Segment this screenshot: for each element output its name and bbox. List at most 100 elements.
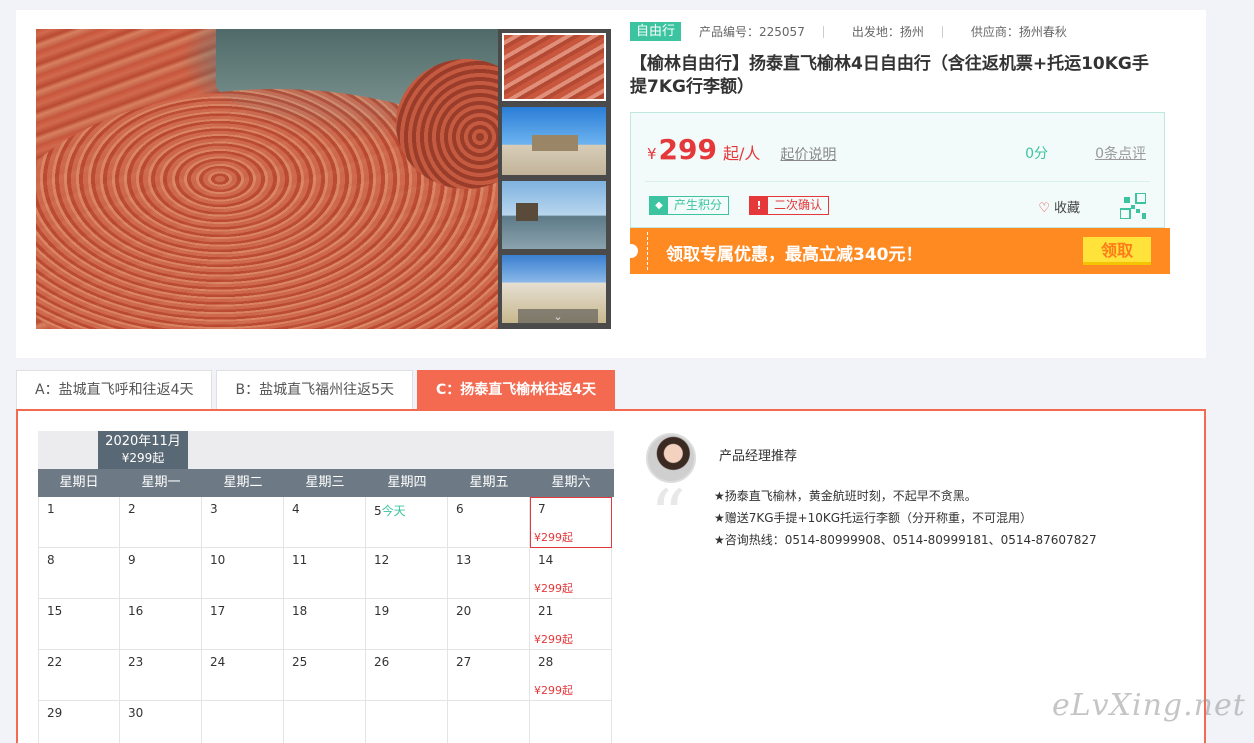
price-amount: 299 <box>658 133 717 166</box>
free-travel-tag: 自由行 <box>630 22 682 41</box>
calendar-month: 2020年11月 <box>105 434 181 449</box>
calendar-day: 30 <box>120 701 202 743</box>
main-product-photo[interactable] <box>36 29 498 329</box>
chevron-down-icon[interactable]: ⌄ <box>518 309 598 325</box>
calendar-day: 5今天 <box>366 497 448 548</box>
price-divider <box>645 181 1150 182</box>
weekday-header: 星期三 <box>305 475 345 490</box>
day-price: ¥299起 <box>534 531 573 544</box>
day-number: 30 <box>128 706 144 720</box>
calendar-day <box>366 701 448 743</box>
product-meta: 自由行 产品编号：225057 出发地：扬州 供应商：扬州春秋 <box>630 22 1170 41</box>
calendar-day: 19 <box>366 599 448 650</box>
claim-coupon-button[interactable]: 领取 <box>1083 237 1151 265</box>
day-number: 5 <box>374 504 382 518</box>
detail-panel: 2020年11月 ¥299起 星期日 星期一 星期二 星期三 星期四 星期五 星期六 123… <box>16 409 1206 743</box>
reviews-link[interactable]: 0条点评 <box>1095 143 1146 163</box>
day-number: 14 <box>538 553 554 567</box>
calendar-month-tab[interactable]: 2020年11月 ¥299起 <box>98 431 188 469</box>
thumbnail-1[interactable] <box>502 33 606 101</box>
calendar-day: 20 <box>448 599 530 650</box>
calendar-day: 2 <box>120 497 202 548</box>
calendar-day: 12 <box>366 548 448 599</box>
calendar-day: 13 <box>448 548 530 599</box>
calendar-grid: 1 2 3 4 5今天 6 7 ¥299起 8 9 10 11 12 13 14 ¥299起 15 16 17 18 1… <box>38 497 614 743</box>
day-number: 7 <box>538 502 546 516</box>
day-number: 11 <box>292 553 308 567</box>
confirm-badge-label: 二次确认 <box>774 198 823 212</box>
calendar-day[interactable]: 28 ¥299起 <box>530 650 612 701</box>
calendar-day <box>284 701 366 743</box>
calendar-day: 6 <box>448 497 530 548</box>
tab-route-1[interactable]: A：盐城直飞呼和往返4天 <box>16 370 213 410</box>
day-number: 16 <box>128 604 144 618</box>
recommendation-line: ★赠送7KG手提+10KG托运行李额（分开称重，不可混用） <box>714 511 1033 525</box>
day-number: 15 <box>47 604 63 618</box>
today-label: 今天 <box>381 504 406 518</box>
thumbnail-2[interactable] <box>502 107 606 175</box>
calendar-day: 16 <box>120 599 202 650</box>
day-number: 6 <box>456 502 464 516</box>
calendar-day: 11 <box>284 548 366 599</box>
product-code: 产品编号：225057 <box>699 25 805 39</box>
day-number: 21 <box>538 604 554 618</box>
price-unit: 起/人 <box>723 144 761 163</box>
calendar-day <box>530 701 612 743</box>
calendar-day[interactable]: 14 ¥299起 <box>530 548 612 599</box>
quote-icon: “ <box>650 475 686 557</box>
day-price: ¥299起 <box>534 582 573 595</box>
calendar-day[interactable]: 7 ¥299起 <box>530 497 612 548</box>
points-badge-label: 产生积分 <box>674 198 723 212</box>
calendar-month-price: ¥299起 <box>121 451 165 465</box>
promo-dash <box>647 232 648 270</box>
day-number: 24 <box>210 655 226 669</box>
favorite-button[interactable]: ♡ 收藏 <box>1038 197 1080 216</box>
day-number: 18 <box>292 604 308 618</box>
day-number: 10 <box>210 553 226 567</box>
route-tabs: A：盐城直飞呼和往返4天 B：盐城直飞福州往返5天 C：扬泰直飞榆林往返4天 <box>16 370 619 410</box>
exclamation-icon: ! <box>750 197 768 214</box>
heart-icon: ♡ <box>1038 201 1050 216</box>
currency-symbol: ¥ <box>647 145 657 163</box>
day-number: 12 <box>374 553 390 567</box>
product-info: 自由行 产品编号：225057 出发地：扬州 供应商：扬州春秋 【榆林自由行】扬… <box>630 22 1170 99</box>
calendar-day <box>448 701 530 743</box>
thumbnail-strip: ⌄ <box>498 29 611 329</box>
price-explanation-link[interactable]: 起价说明 <box>780 144 836 164</box>
qr-code-icon[interactable] <box>1120 193 1146 219</box>
calendar-day: 10 <box>202 548 284 599</box>
calendar-day[interactable]: 21 ¥299起 <box>530 599 612 650</box>
day-number: 23 <box>128 655 144 669</box>
meta-divider <box>822 25 824 38</box>
meta-divider <box>941 25 943 38</box>
calendar-day <box>202 701 284 743</box>
calendar-day: 27 <box>448 650 530 701</box>
day-number: 17 <box>210 604 226 618</box>
calendar-day: 1 <box>38 497 120 548</box>
day-number: 25 <box>292 655 308 669</box>
weekday-header: 星期四 <box>387 475 427 490</box>
day-number: 29 <box>47 706 63 720</box>
calendar-day: 15 <box>38 599 120 650</box>
day-number: 13 <box>456 553 472 567</box>
day-number: 2 <box>128 502 136 516</box>
day-number: 22 <box>47 655 63 669</box>
weekday-header: 星期五 <box>469 475 509 490</box>
weekday-header: 星期二 <box>223 475 263 490</box>
promo-text: 领取专属优惠，最高立减340元！ <box>666 245 923 265</box>
thumbnail-3[interactable] <box>502 181 606 249</box>
tab-route-2[interactable]: B：盐城直飞福州往返5天 <box>216 370 413 410</box>
supplier: 供应商：扬州春秋 <box>970 25 1067 39</box>
price-box: ¥ 299 起/人 起价说明 0分 0条点评 ◆ 产生积分 ! 二次确认 ♡ 收藏 <box>630 112 1165 228</box>
day-number: 9 <box>128 553 136 567</box>
watermark: eLvXing.net <box>1052 688 1246 723</box>
calendar-day: 26 <box>366 650 448 701</box>
weekday-header: 星期六 <box>551 475 591 490</box>
day-number: 3 <box>210 502 218 516</box>
weekday-header: 星期日 <box>59 475 99 490</box>
tab-route-3[interactable]: C：扬泰直飞榆林往返4天 <box>417 370 616 410</box>
calendar-day: 23 <box>120 650 202 701</box>
points-badge: ◆ 产生积分 <box>649 196 730 215</box>
day-number: 1 <box>47 502 55 516</box>
departure-city: 出发地：扬州 <box>851 25 924 39</box>
